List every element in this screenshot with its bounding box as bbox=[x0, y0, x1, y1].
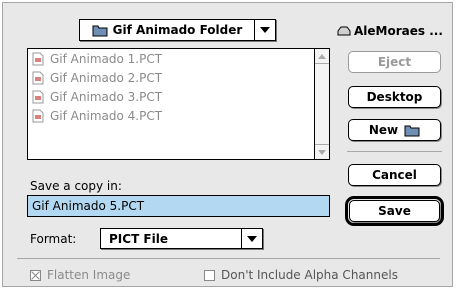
file-name: Gif Animado 4.PCT bbox=[50, 108, 163, 123]
alpha-channels-option[interactable]: Don't Include Alpha Channels bbox=[204, 268, 398, 282]
eject-label: Eject bbox=[377, 55, 412, 69]
chevron-down-icon bbox=[241, 229, 262, 248]
desktop-button[interactable]: Desktop bbox=[348, 86, 441, 108]
alpha-label: Don't Include Alpha Channels bbox=[221, 268, 398, 282]
volume-name: AleMoraes ... bbox=[354, 24, 443, 38]
desktop-label: Desktop bbox=[366, 90, 423, 104]
list-item[interactable]: Gif Animado 4.PCT bbox=[28, 106, 329, 125]
format-popup[interactable]: PICT File bbox=[100, 228, 263, 249]
file-list[interactable]: Gif Animado 1.PCT Gif Animado 2.PCT Gif … bbox=[27, 48, 330, 160]
volume-label: AleMoraes ... bbox=[337, 24, 443, 38]
file-name: Gif Animado 2.PCT bbox=[50, 70, 163, 85]
file-name: Gif Animado 1.PCT bbox=[50, 51, 163, 66]
filename-field[interactable] bbox=[27, 195, 330, 217]
chevron-down-icon bbox=[254, 20, 275, 40]
disk-icon bbox=[337, 26, 351, 36]
alpha-checkbox[interactable] bbox=[204, 269, 215, 281]
new-label: New bbox=[368, 123, 399, 137]
file-name: Gif Animado 3.PCT bbox=[50, 89, 163, 104]
new-folder-icon bbox=[404, 125, 420, 136]
eject-button[interactable]: Eject bbox=[348, 51, 441, 73]
pict-file-icon bbox=[32, 90, 44, 103]
flatten-label: Flatten Image bbox=[47, 268, 131, 282]
cancel-button[interactable]: Cancel bbox=[348, 164, 441, 186]
list-item[interactable]: Gif Animado 2.PCT bbox=[28, 68, 329, 87]
pict-file-icon bbox=[32, 71, 44, 84]
new-folder-button[interactable]: New bbox=[348, 119, 441, 141]
folder-popup[interactable]: Gif Animado Folder bbox=[79, 19, 276, 41]
scroll-down-icon[interactable] bbox=[315, 144, 329, 159]
divider bbox=[17, 258, 440, 259]
pict-file-icon bbox=[32, 52, 44, 65]
flatten-checkbox[interactable] bbox=[30, 269, 41, 281]
scroll-up-icon[interactable] bbox=[315, 49, 329, 64]
folder-popup-label: Gif Animado Folder bbox=[80, 23, 254, 37]
save-label: Save bbox=[378, 204, 411, 218]
format-value: PICT File bbox=[109, 231, 168, 246]
save-button[interactable]: Save bbox=[345, 196, 444, 226]
scrollbar[interactable] bbox=[314, 49, 329, 159]
save-dialog: Gif Animado Folder AleMoraes ... Gif Ani… bbox=[2, 2, 453, 287]
format-label: Format: bbox=[30, 232, 77, 246]
folder-icon bbox=[92, 25, 108, 36]
folder-name: Gif Animado Folder bbox=[112, 23, 243, 37]
divider bbox=[347, 151, 442, 152]
filename-input[interactable] bbox=[32, 199, 329, 213]
list-item[interactable]: Gif Animado 1.PCT bbox=[28, 49, 329, 68]
pict-file-icon bbox=[32, 109, 44, 122]
cancel-label: Cancel bbox=[372, 168, 417, 182]
save-copy-label: Save a copy in: bbox=[30, 179, 122, 193]
list-item[interactable]: Gif Animado 3.PCT bbox=[28, 87, 329, 106]
flatten-image-option[interactable]: Flatten Image bbox=[30, 268, 130, 282]
